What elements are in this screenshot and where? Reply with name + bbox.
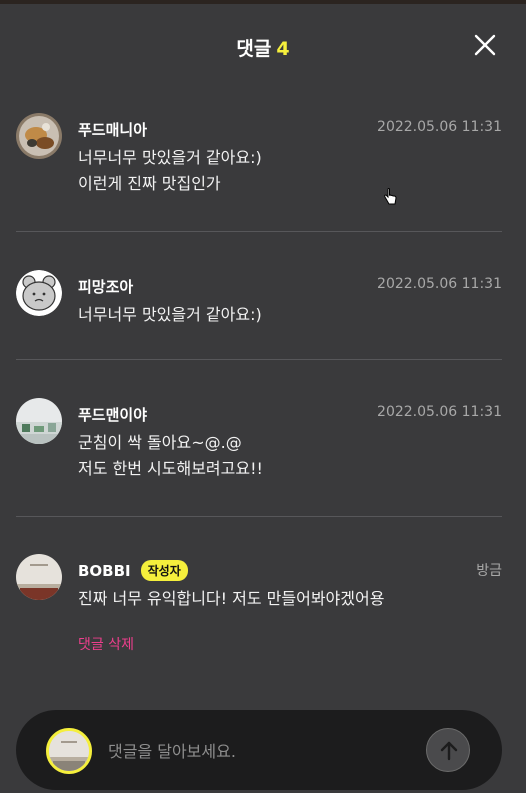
comments-header: 댓글 4 — [0, 4, 526, 84]
avatar[interactable] — [16, 270, 62, 316]
comment-count: 4 — [276, 38, 290, 60]
close-button[interactable] — [474, 34, 496, 56]
title-label: 댓글 — [236, 38, 272, 60]
arrow-up-icon — [440, 741, 458, 761]
avatar[interactable] — [16, 398, 62, 444]
comment-timestamp: 2022.05.06 11:31 — [377, 404, 502, 420]
comment-item: BOBBI 작성자 방금 진짜 너무 유익합니다! 저도 만들어봐야겠어용 댓글 … — [16, 554, 502, 654]
hand-cursor-icon — [384, 188, 397, 205]
divider — [16, 516, 502, 517]
comment-author[interactable]: BOBBI 작성자 — [78, 560, 188, 581]
comment-text: 진짜 너무 유익합니다! 저도 만들어봐야겠어용 — [78, 586, 384, 612]
room-photo-icon — [16, 554, 62, 600]
delete-comment-button[interactable]: 댓글 삭제 — [78, 634, 134, 654]
author-badge: 작성자 — [140, 560, 188, 581]
room-photo-icon — [49, 731, 89, 771]
comment-timestamp: 2022.05.06 11:31 — [377, 119, 502, 135]
comment-line: 너무너무 맛있을거 같아요:) — [78, 305, 262, 324]
comment-author[interactable]: 푸드매니아 — [78, 119, 147, 140]
kitchen-photo-icon — [16, 398, 62, 444]
page-title: 댓글 4 — [0, 34, 526, 61]
comment-line: 저도 한번 시도해보려고요!! — [78, 459, 263, 478]
comment-item: 푸드매니아 2022.05.06 11:31 너무너무 맛있을거 같아요:) 이… — [16, 113, 502, 213]
comment-item: 푸드맨이야 2022.05.06 11:31 군침이 싹 돌아요~@.@ 저도 … — [16, 398, 502, 498]
comment-timestamp: 2022.05.06 11:31 — [377, 276, 502, 292]
comment-author[interactable]: 피망조아 — [78, 276, 133, 297]
food-photo-icon — [16, 113, 62, 159]
send-button[interactable] — [426, 728, 470, 772]
close-icon — [474, 34, 496, 56]
author-name: BOBBI — [78, 562, 131, 580]
comment-line: 진짜 너무 유익합니다! 저도 만들어봐야겠어용 — [78, 589, 385, 608]
comment-timestamp: 방금 — [476, 563, 502, 579]
comment-line: 이런게 진짜 맛집인가 — [78, 174, 221, 193]
comment-text: 군침이 싹 돌아요~@.@ 저도 한번 시도해보려고요!! — [78, 430, 263, 482]
avatar[interactable] — [16, 554, 62, 600]
comment-item: 피망조아 2022.05.06 11:31 너무너무 맛있을거 같아요:) — [16, 270, 502, 330]
comment-author[interactable]: 푸드맨이야 — [78, 404, 147, 425]
comment-line: 너무너무 맛있을거 같아요:) — [78, 148, 262, 167]
my-avatar — [46, 728, 92, 774]
comment-input[interactable] — [108, 736, 418, 766]
comment-text: 너무너무 맛있을거 같아요:) — [78, 302, 262, 328]
divider — [16, 231, 502, 232]
avatar[interactable] — [16, 113, 62, 159]
comment-line: 군침이 싹 돌아요~@.@ — [78, 433, 242, 452]
comment-input-bar — [16, 710, 502, 790]
divider — [16, 359, 502, 360]
comment-text: 너무너무 맛있을거 같아요:) 이런게 진짜 맛집인가 — [78, 145, 262, 197]
bear-character-icon — [16, 270, 62, 316]
